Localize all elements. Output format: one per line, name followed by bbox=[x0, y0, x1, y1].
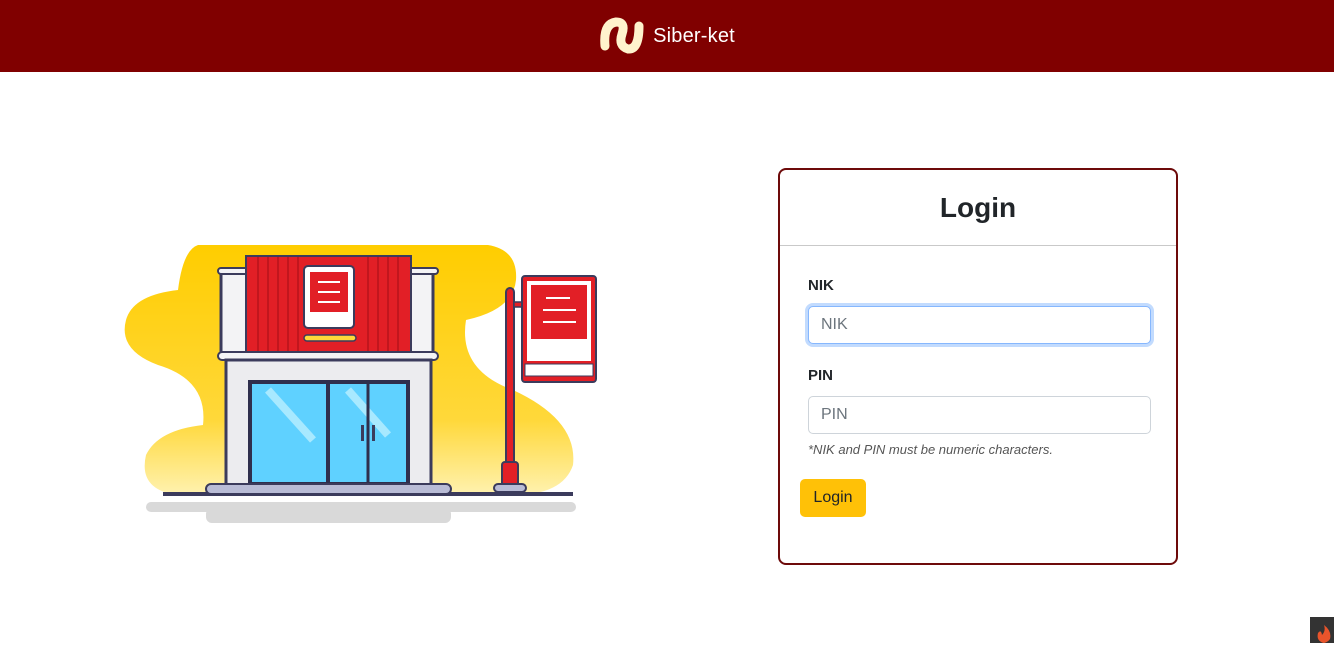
storefront-illustration bbox=[124, 245, 597, 523]
login-card-header: Login bbox=[780, 170, 1176, 246]
login-title: Login bbox=[939, 191, 1017, 223]
top-navbar: Siber-ket bbox=[0, 0, 1334, 72]
brand-name: Siber-ket bbox=[653, 24, 735, 47]
siberket-logo-icon bbox=[600, 17, 644, 54]
brand[interactable]: Siber-ket bbox=[599, 16, 735, 56]
login-card: Login NIK PIN *NIK and PIN must be numer… bbox=[778, 168, 1178, 565]
nik-label: NIK bbox=[808, 277, 834, 294]
flame-icon[interactable] bbox=[1310, 617, 1334, 643]
numeric-hint: *NIK and PIN must be numeric characters. bbox=[808, 442, 1053, 457]
pin-input[interactable] bbox=[808, 396, 1151, 434]
login-button[interactable]: Login bbox=[800, 479, 866, 517]
nik-input[interactable] bbox=[808, 306, 1151, 344]
pin-label: PIN bbox=[808, 367, 834, 384]
